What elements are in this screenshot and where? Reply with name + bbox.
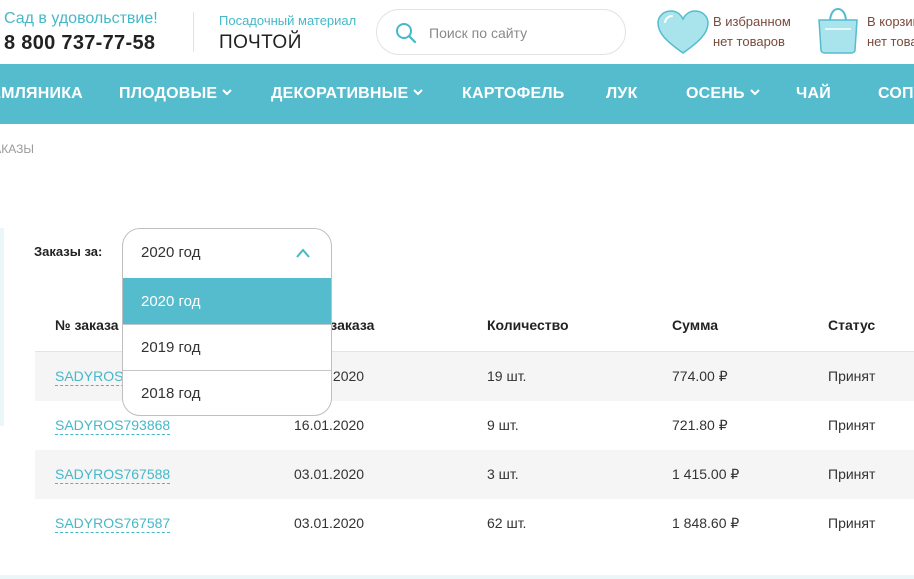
order-number-link[interactable]: SADYROS767587 [55,515,171,533]
year-option-2020[interactable]: 2020 год [123,278,331,324]
order-status: Принят [828,466,876,482]
nav-item-label: ПЛОДОВЫЕ [119,85,218,102]
bag-icon [818,7,858,54]
nav-item-label: ЛУК [606,85,638,102]
cart-label: В корзине [867,14,914,29]
nav-item-label: КАРТОФЕЛЬ [462,85,565,102]
nav-item-label: ЗЕМЛЯНИКА [0,85,83,102]
chevron-down-icon [750,89,760,96]
nav-item-potato[interactable]: КАРТОФЕЛЬ [462,64,564,124]
order-date: 03.01.2020 [294,466,365,482]
column-header-quantity: Количество [487,317,569,333]
nav-item-label: ОСЕНЬ [686,85,745,102]
nav-item-tea[interactable]: ЧАЙ [796,64,831,124]
footer-edge [0,575,914,579]
order-status: Принят [828,368,876,384]
column-header-sum: Сумма [672,317,719,333]
orders-filter-label: Заказы за: [34,244,103,259]
cart-count: нет товаров [867,34,914,49]
nav-item-decorative[interactable]: ДЕКОРАТИВНЫЕ [271,64,424,124]
seed-title: ПОЧТОЙ [219,32,302,53]
year-select-value: 2020 год [141,244,201,261]
order-quantity: 62 шт. [487,515,527,531]
chevron-down-icon [222,89,233,96]
table-row: SADYROS767588 03.01.2020 3 шт. 1 415.00 … [35,450,914,499]
search-input[interactable] [429,22,615,44]
order-sum: 774.00 ₽ [672,368,728,384]
main-nav: ЗЕМЛЯНИКА ПЛОДОВЫЕ ДЕКОРАТИВНЫЕ КАРТОФЕЛ… [0,64,914,124]
chevron-down-icon [413,89,424,96]
search-box[interactable] [376,9,626,55]
year-option-2018[interactable]: 2018 год [123,370,331,415]
nav-item-fruit[interactable]: ПЛОДОВЫЕ [119,64,233,124]
nav-item-label: ЧАЙ [796,85,831,102]
order-status: Принят [828,417,876,433]
order-date: 16.01.2020 [294,417,365,433]
heart-icon [657,10,709,54]
column-header-status: Статус [828,317,876,333]
order-quantity: 9 шт. [487,417,519,433]
nav-item-autumn[interactable]: ОСЕНЬ [686,64,760,124]
year-option-label: 2019 год [141,339,201,356]
phone-number[interactable]: 8 800 737-77-58 [4,32,155,55]
header-divider [193,12,194,52]
order-number-link[interactable]: SADYROS793868 [55,417,171,435]
order-number-link[interactable]: SADYROS767588 [55,466,171,484]
year-option-label: 2020 год [141,293,201,310]
order-status: Принят [828,515,876,531]
breadcrumb: ЗАКАЗЫ [0,142,34,156]
search-icon[interactable] [395,22,417,44]
order-date: 03.01.2020 [294,515,365,531]
order-sum: 1 848.60 ₽ [672,515,740,531]
order-sum: 1 415.00 ₽ [672,466,740,482]
nav-item-label: ДЕКОРАТИВНЫЕ [271,85,409,102]
nav-item-strawberry[interactable]: ЗЕМЛЯНИКА [0,64,83,124]
site-header: Сад в удовольствие! 8 800 737-77-58 Поса… [0,0,914,64]
order-sum: 721.80 ₽ [672,417,728,433]
year-option-2019[interactable]: 2019 год [123,324,331,370]
order-quantity: 19 шт. [487,368,527,384]
column-header-number: № заказа [55,317,119,333]
nav-item-label: СОПУТСТВУЮЩИЕ [878,85,914,102]
sidebar-edge [0,228,4,426]
favorites-count: нет товаров [713,34,785,49]
cart-link[interactable]: В корзине нет товаров [815,6,914,56]
year-select-current[interactable]: 2020 год [123,229,331,278]
table-row: SADYROS767587 03.01.2020 62 шт. 1 848.60… [35,499,914,548]
order-quantity: 3 шт. [487,466,519,482]
year-select[interactable]: 2020 год 2020 год 2019 год 2018 год [122,228,332,416]
nav-item-onion[interactable]: ЛУК [606,64,638,124]
year-option-label: 2018 год [141,385,201,402]
chevron-up-icon[interactable] [295,247,311,259]
site-slogan: Сад в удовольствие! [4,10,158,27]
nav-item-accessories[interactable]: СОПУТСТВУЮЩИЕ [878,64,914,124]
seed-caption: Посадочный материал [219,13,357,28]
favorites-label: В избранном [713,14,791,29]
favorites-link[interactable]: В избранном нет товаров [656,8,806,56]
